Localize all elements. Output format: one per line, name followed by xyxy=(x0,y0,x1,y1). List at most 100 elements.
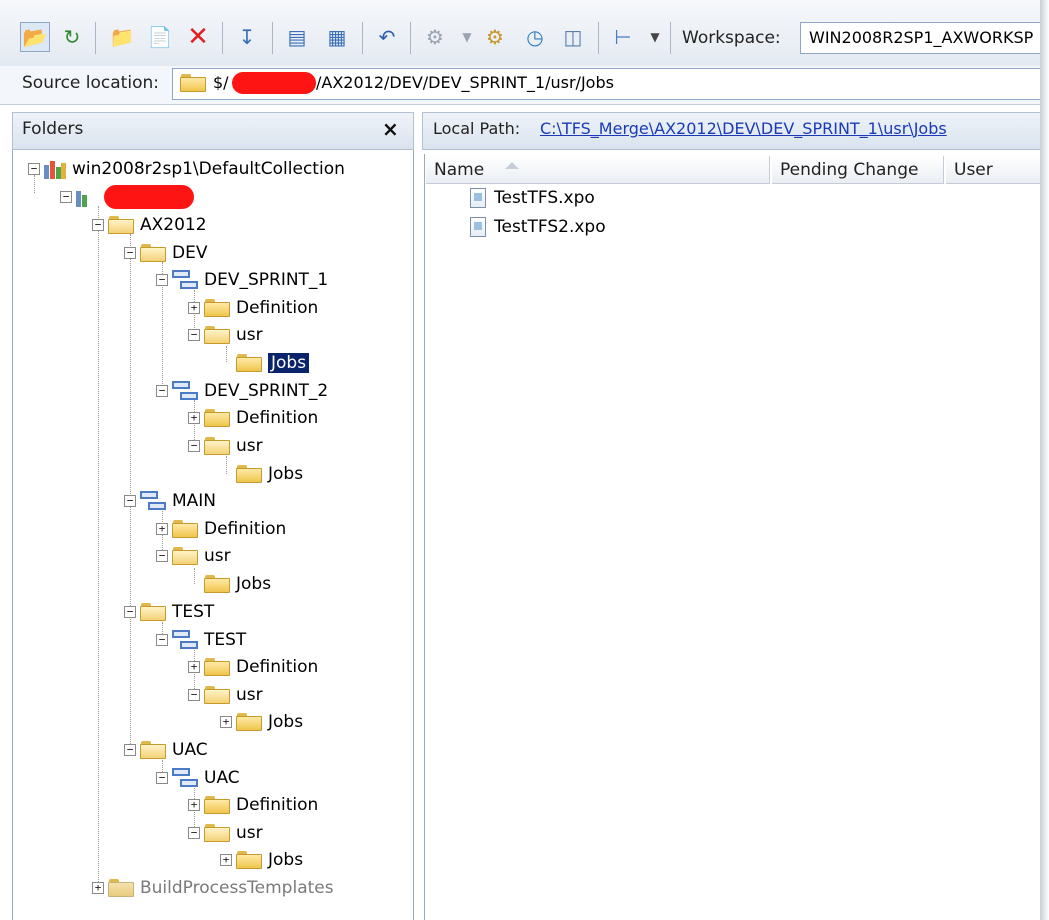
folder-icon xyxy=(204,409,230,427)
tree-node-test-jobs[interactable]: + Jobs xyxy=(220,709,303,735)
workspace-select[interactable]: WIN2008R2SP1_AXWORKSP xyxy=(800,22,1040,54)
tree-node-test-branch[interactable]: − TEST xyxy=(156,627,246,653)
branch-icon[interactable]: ⊢ xyxy=(608,22,638,52)
tree-node-ds2-jobs[interactable]: Jobs xyxy=(220,461,303,487)
check-out-icon[interactable]: ▤ xyxy=(282,22,312,52)
collapse-icon[interactable]: − xyxy=(156,274,168,286)
tree-node-project[interactable]: − xyxy=(60,184,194,210)
branch-dropdown-icon[interactable]: ▼ xyxy=(640,22,670,52)
collapse-icon[interactable]: − xyxy=(156,550,168,562)
expand-icon[interactable]: + xyxy=(156,523,168,535)
column-user[interactable]: User xyxy=(946,156,1040,184)
delete-icon[interactable]: ✕ xyxy=(183,22,213,52)
close-icon[interactable]: × xyxy=(382,117,399,141)
tree-node-test[interactable]: − TEST xyxy=(124,599,214,625)
redaction-mark xyxy=(104,185,194,209)
tree-node-ds1-jobs[interactable]: Jobs xyxy=(220,350,310,376)
tree-node-dev-sprint-1[interactable]: − DEV_SPRINT_1 xyxy=(156,267,328,293)
window-edge-shadow xyxy=(1040,0,1049,920)
branch-icon xyxy=(140,491,166,511)
collapse-icon[interactable]: − xyxy=(28,163,40,175)
collapse-icon[interactable]: − xyxy=(124,247,136,259)
expand-icon[interactable]: + xyxy=(188,661,200,673)
tree-node-test-usr[interactable]: − usr xyxy=(188,682,263,708)
folder-icon xyxy=(204,796,230,814)
local-path-label: Local Path: xyxy=(433,119,521,138)
collapse-icon[interactable]: − xyxy=(156,634,168,646)
tree-node-uac-branch[interactable]: − UAC xyxy=(156,765,240,791)
expand-icon[interactable]: + xyxy=(92,882,104,894)
collapse-icon[interactable]: − xyxy=(156,385,168,397)
dropdown-arrow-icon[interactable]: ▼ xyxy=(452,22,482,52)
tree-node-ds1-definition[interactable]: + Definition xyxy=(188,295,318,321)
collapse-icon[interactable]: − xyxy=(124,606,136,618)
collapse-icon[interactable]: − xyxy=(188,689,200,701)
tree-node-main-usr[interactable]: − usr xyxy=(156,543,231,569)
tree-node-dev[interactable]: − DEV xyxy=(124,240,207,266)
collapse-icon[interactable]: − xyxy=(156,772,168,784)
folder-open-icon xyxy=(108,216,134,234)
tree-node-uac-jobs[interactable]: + Jobs xyxy=(220,847,303,873)
folder-open-icon xyxy=(140,741,166,759)
tree-node-main-jobs[interactable]: Jobs xyxy=(188,571,271,597)
shelve-icon[interactable]: ⚙ xyxy=(480,22,510,52)
column-pending-change[interactable]: Pending Change xyxy=(772,156,944,184)
toolbar: 📂 ↻ 📁 📄 ✕ ↧ ▤ ▦ ↶ ⚙ ▼ ⚙ ◷ ◫ ⊢ ▼ Workspac… xyxy=(0,0,1040,67)
team-project-icon xyxy=(76,187,98,207)
file-name: TestTFS2.xpo xyxy=(494,217,606,237)
folder-open-icon xyxy=(204,824,230,842)
collapse-icon[interactable]: − xyxy=(124,744,136,756)
check-in-icon[interactable]: ▦ xyxy=(322,22,352,52)
tree-node-uac[interactable]: − UAC xyxy=(124,737,208,763)
tree-node-ds2-usr[interactable]: − usr xyxy=(188,433,263,459)
tree-node-main-definition[interactable]: + Definition xyxy=(156,516,286,542)
expand-icon[interactable]: + xyxy=(220,716,232,728)
local-path-link[interactable]: C:\TFS_Merge\AX2012\DEV\DEV_SPRINT_1\usr… xyxy=(540,119,947,138)
new-folder-icon[interactable]: 📁 xyxy=(107,22,137,52)
tree-node-root[interactable]: − win2008r2sp1\DefaultCollection xyxy=(28,156,345,182)
folder-open-icon xyxy=(204,437,230,455)
collapse-icon[interactable]: − xyxy=(188,329,200,341)
expand-icon[interactable]: + xyxy=(220,854,232,866)
branch-icon xyxy=(172,768,198,788)
tree-node-main[interactable]: − MAIN xyxy=(124,488,216,514)
folder-icon xyxy=(236,713,262,731)
collapse-icon[interactable]: − xyxy=(92,219,104,231)
collapse-icon[interactable]: − xyxy=(124,495,136,507)
collapse-icon[interactable]: − xyxy=(188,827,200,839)
tree-node-ax2012[interactable]: − AX2012 xyxy=(92,212,207,238)
undo-icon[interactable]: ↶ xyxy=(372,22,402,52)
tree-node-build-templates[interactable]: + BuildProcessTemplates xyxy=(92,875,334,901)
folder-icon xyxy=(236,465,262,483)
expand-icon[interactable]: + xyxy=(188,412,200,424)
sort-ascending-icon xyxy=(505,162,519,169)
refresh-icon[interactable]: ↻ xyxy=(57,22,87,52)
branch-icon xyxy=(172,270,198,290)
file-list xyxy=(424,154,1040,920)
tree-node-uac-usr[interactable]: − usr xyxy=(188,820,263,846)
get-latest-icon[interactable]: ↧ xyxy=(232,22,262,52)
tree-node-dev-sprint-2[interactable]: − DEV_SPRINT_2 xyxy=(156,378,328,404)
folder-icon xyxy=(172,520,198,538)
folders-toggle-icon[interactable]: 📂 xyxy=(20,22,50,52)
folder-icon xyxy=(236,354,262,372)
workspace-icon[interactable]: ◫ xyxy=(558,22,588,52)
tree-node-uac-definition[interactable]: + Definition xyxy=(188,792,318,818)
source-path-prefix: $/ xyxy=(213,73,229,92)
folder-open-icon xyxy=(140,244,166,262)
file-row[interactable]: TestTFS.xpo xyxy=(470,188,595,208)
history-icon[interactable]: ◷ xyxy=(520,22,550,52)
file-row[interactable]: TestTFS2.xpo xyxy=(470,217,606,237)
expand-icon[interactable]: + xyxy=(188,799,200,811)
collapse-icon[interactable]: − xyxy=(60,191,72,203)
file-name: TestTFS.xpo xyxy=(494,188,595,208)
tree-node-test-definition[interactable]: + Definition xyxy=(188,654,318,680)
column-name[interactable]: Name xyxy=(426,156,770,184)
tree-node-ds2-definition[interactable]: + Definition xyxy=(188,405,318,431)
tree-node-ds1-usr[interactable]: − usr xyxy=(188,322,263,348)
compare-icon[interactable]: ⚙ xyxy=(420,22,450,52)
add-files-icon[interactable]: 📄 xyxy=(145,22,175,52)
folder-icon xyxy=(180,74,206,92)
collapse-icon[interactable]: − xyxy=(188,440,200,452)
expand-icon[interactable]: + xyxy=(188,302,200,314)
